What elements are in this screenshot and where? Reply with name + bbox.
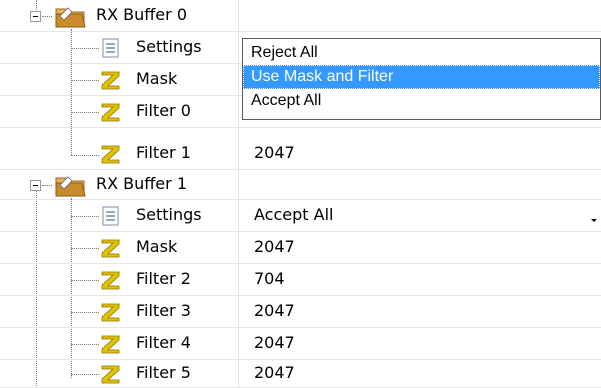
property-value[interactable]: 2047 — [254, 142, 295, 164]
property-label: Settings — [136, 205, 202, 224]
tree-connector — [71, 374, 99, 375]
z-value-icon — [101, 103, 120, 122]
z-value-icon — [101, 335, 120, 354]
collapse-toggle-icon[interactable] — [30, 180, 41, 191]
z-value-icon — [101, 303, 120, 322]
tree-item-filter-3[interactable]: Filter 3 2047 — [0, 296, 601, 328]
tree-connector — [71, 248, 99, 249]
dropdown-option-accept-all[interactable]: Accept All — [243, 89, 600, 113]
property-label: Filter 2 — [136, 269, 191, 288]
property-label: Filter 5 — [136, 363, 191, 382]
folder-open-icon — [55, 176, 86, 197]
group-label: RX Buffer 1 — [96, 174, 187, 193]
tree-connector — [71, 48, 99, 49]
tree-connector — [71, 216, 99, 217]
property-label: Filter 0 — [136, 101, 191, 120]
tree-group-rx-buffer-0[interactable]: RX Buffer 0 — [0, 0, 601, 32]
tree-connector — [71, 112, 99, 113]
property-label: Filter 1 — [136, 143, 191, 162]
property-label: Filter 4 — [136, 333, 191, 352]
property-value[interactable]: 2047 — [254, 332, 295, 354]
z-value-icon — [101, 271, 120, 290]
property-label: Filter 3 — [136, 301, 191, 320]
tree-item-filter-2[interactable]: Filter 2 704 — [0, 264, 601, 296]
z-value-icon — [101, 365, 120, 384]
tree-connector — [71, 312, 99, 313]
dropdown-arrow-icon[interactable] — [587, 204, 601, 228]
tree-item-settings[interactable]: Settings Accept All — [0, 200, 601, 232]
tree-item-filter-5[interactable]: Filter 5 2047 — [0, 358, 601, 388]
property-value[interactable]: Accept All — [254, 204, 333, 226]
group-label: RX Buffer 0 — [96, 5, 187, 24]
tree-group-rx-buffer-1[interactable]: RX Buffer 1 — [0, 170, 601, 200]
tree-item-mask[interactable]: Mask 2047 — [0, 232, 601, 264]
tree-connector — [71, 344, 99, 345]
tree-connector — [71, 155, 99, 156]
property-value[interactable]: 704 — [254, 268, 285, 290]
dropdown-option-reject-all[interactable]: Reject All — [243, 41, 600, 65]
settings-dropdown-list[interactable]: Reject All Use Mask and Filter Accept Al… — [242, 38, 601, 120]
tree-connector — [42, 185, 52, 186]
property-label: Mask — [136, 237, 178, 256]
tree-connector — [42, 16, 52, 17]
property-value[interactable]: 2047 — [254, 300, 295, 322]
dropdown-option-use-mask-and-filter[interactable]: Use Mask and Filter — [243, 65, 600, 89]
settings-page-icon — [102, 206, 119, 226]
tree-connector — [71, 280, 99, 281]
z-value-icon — [101, 239, 120, 258]
property-label: Mask — [136, 69, 178, 88]
folder-open-icon — [55, 7, 86, 28]
property-grid: RX Buffer 0 Settings Mask Filter 0 Filte… — [0, 0, 601, 388]
property-value[interactable]: 2047 — [254, 236, 295, 258]
z-value-icon — [101, 145, 120, 164]
tree-item-filter-1[interactable]: Filter 1 2047 — [0, 140, 601, 170]
property-value[interactable]: 2047 — [254, 362, 295, 384]
tree-item-filter-4[interactable]: Filter 4 2047 — [0, 328, 601, 360]
settings-page-icon — [102, 38, 119, 58]
dropdown-option-label: Use Mask and Filter — [251, 68, 394, 85]
collapse-toggle-icon[interactable] — [30, 11, 41, 22]
property-label: Settings — [136, 37, 202, 56]
z-value-icon — [101, 71, 120, 90]
tree-connector — [71, 80, 99, 81]
